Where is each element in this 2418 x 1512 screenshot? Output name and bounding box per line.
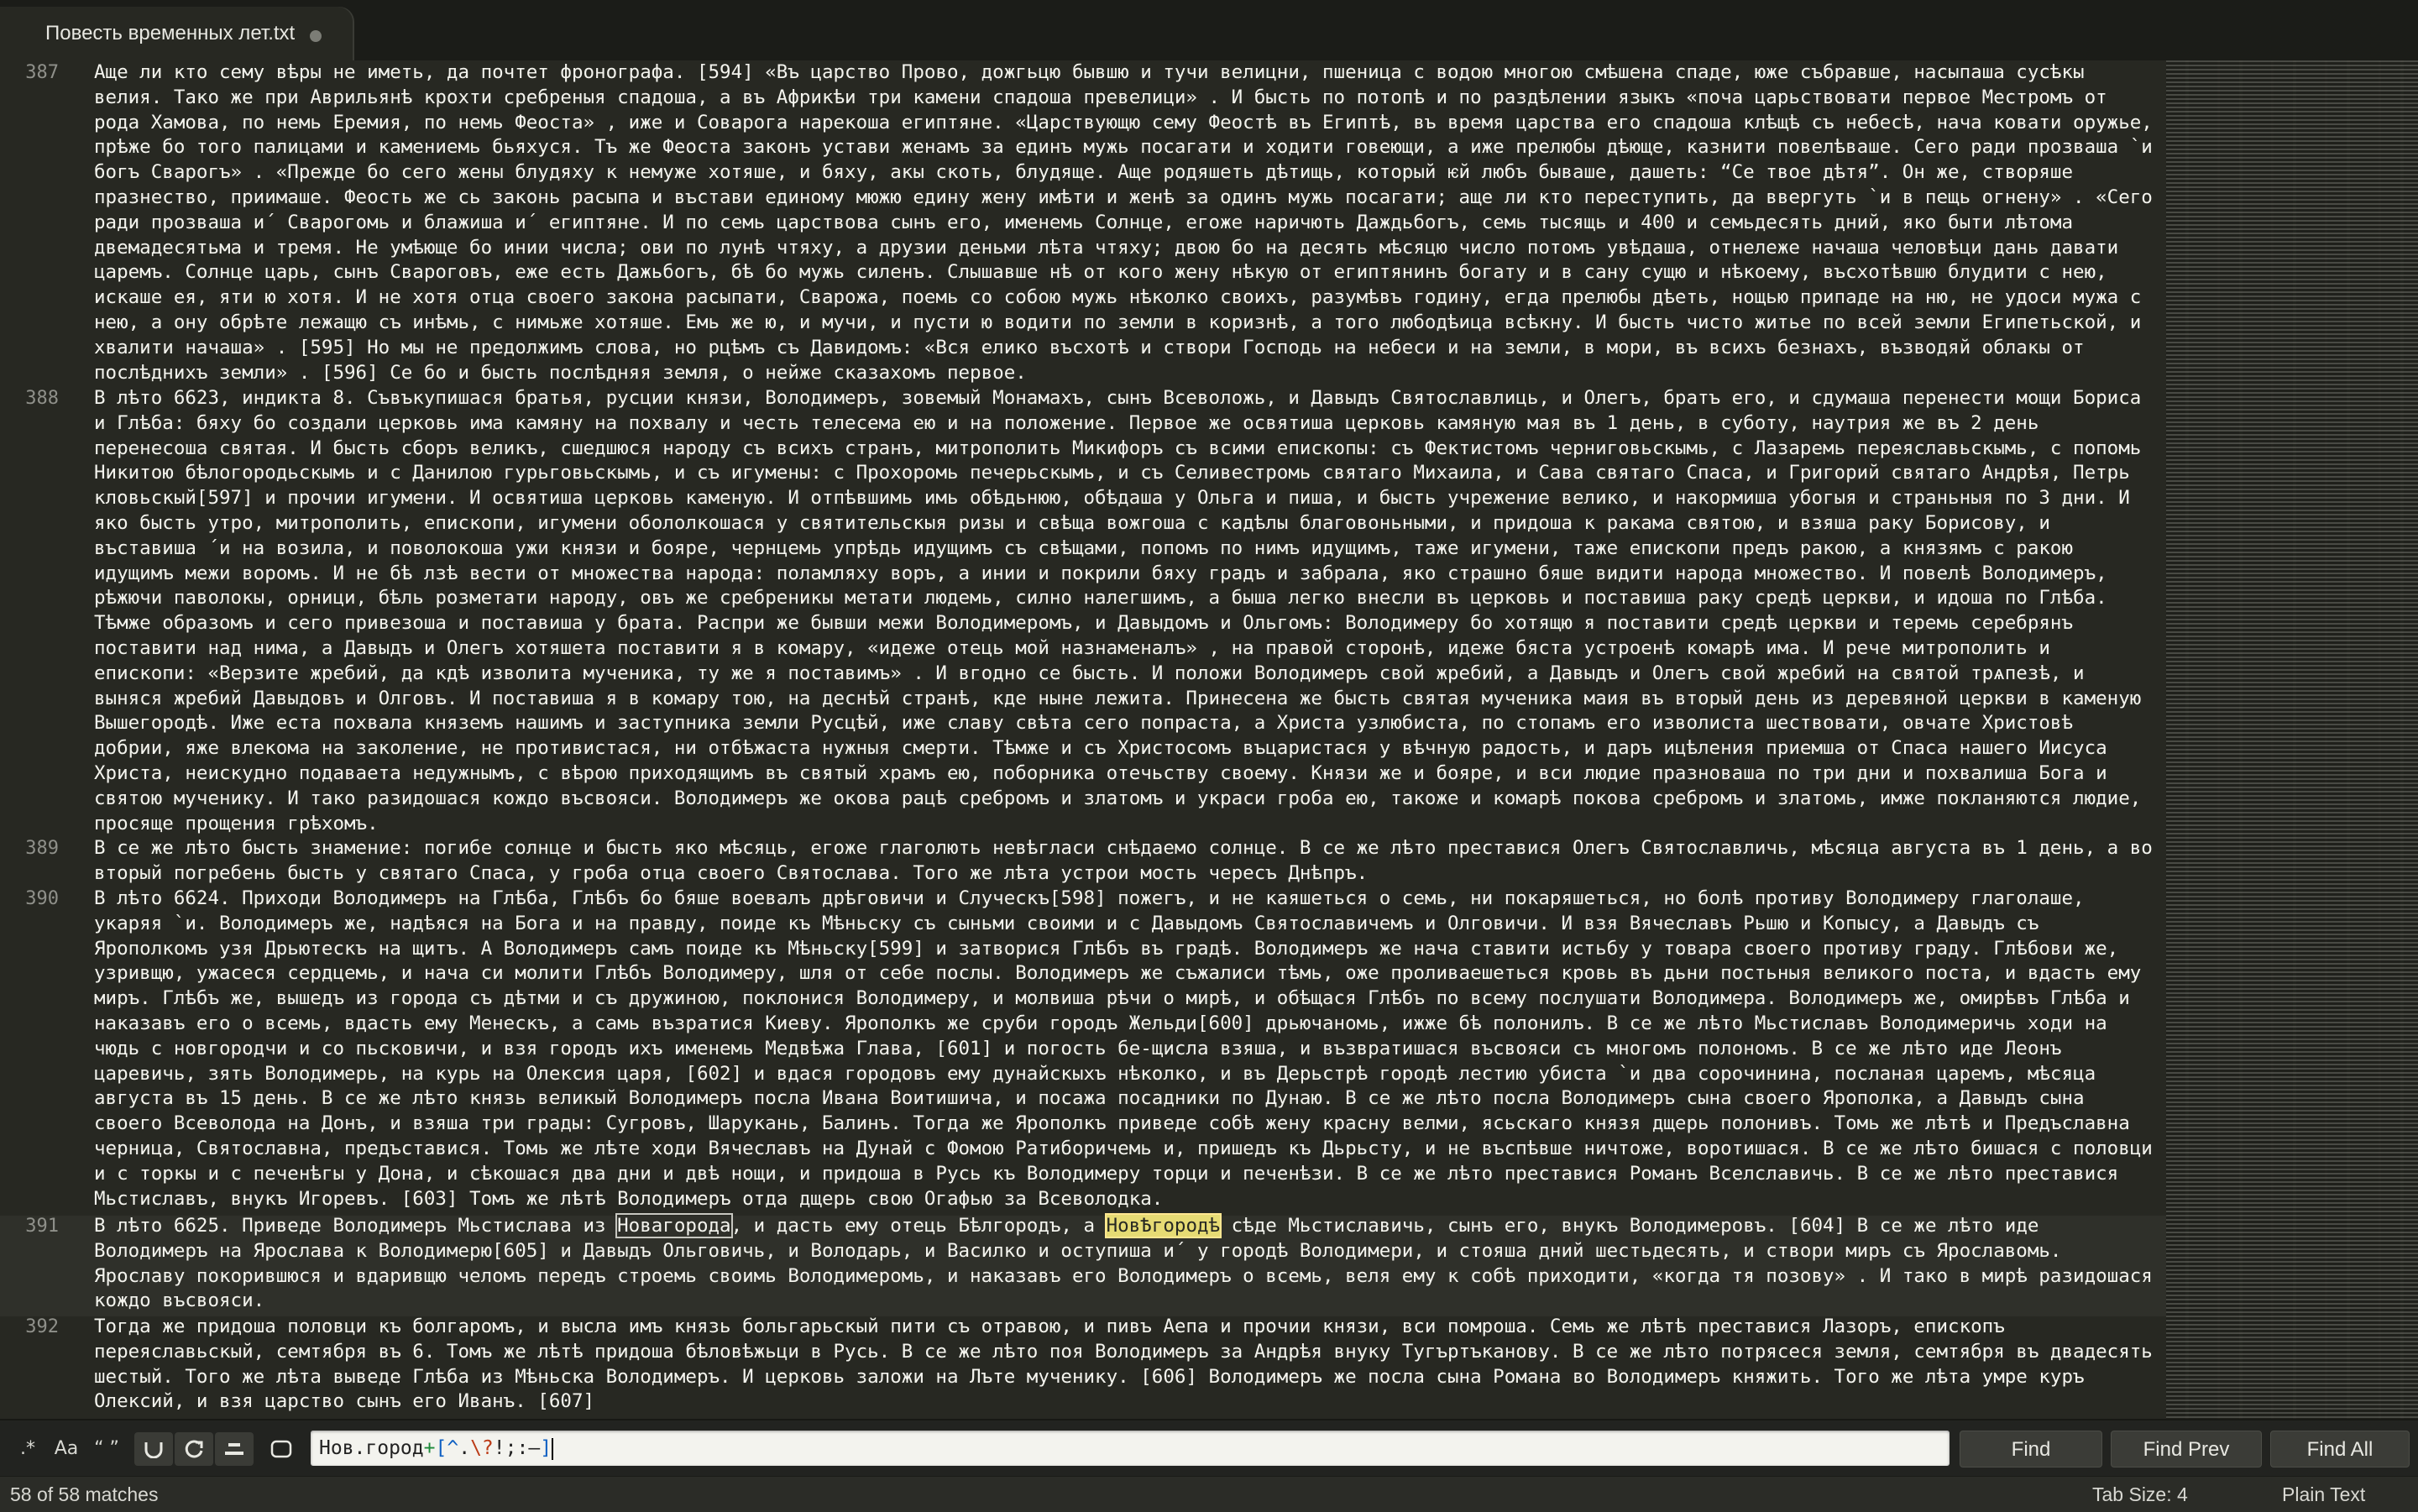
regex-toggle[interactable]: .* (8, 1432, 47, 1466)
query-literal: Нов.город (319, 1437, 424, 1459)
text-line[interactable]: Аще ли кто сему вѣры не иметь, да почтет… (94, 60, 2159, 385)
wrap-toggle[interactable] (134, 1432, 173, 1466)
query-bracket-close: ] (540, 1437, 552, 1459)
match-count: 58 of 58 matches (10, 1483, 159, 1505)
minimap[interactable] (2166, 60, 2418, 1419)
query-bracket-open: [ (435, 1437, 447, 1459)
show-context-toggle[interactable] (262, 1432, 301, 1466)
search-match[interactable]: Новагорода (615, 1213, 733, 1238)
line-number: 391 (25, 1216, 59, 1237)
highlight-icon (225, 1443, 243, 1455)
text-line[interactable]: В лѣто 6623, индикта 8. Съвъкупишася бра… (94, 386, 2159, 836)
refresh-icon (185, 1440, 203, 1458)
find-query-input[interactable]: Нов.город+[^.\?!;:–] (311, 1431, 1950, 1466)
minimap-content (2166, 60, 2418, 1419)
editor-pane[interactable]: 387 388 389 390 391 392 Аще ли кто сему … (0, 60, 2418, 1419)
find-button[interactable]: Find (1960, 1431, 2102, 1468)
tab-size-selector[interactable]: Tab Size: 4 (2092, 1483, 2188, 1506)
whole-word-toggle[interactable]: “ ” (87, 1432, 126, 1466)
text-segment: В лѣто 6625. Приведе Володимеръ Мьстисла… (94, 1215, 618, 1237)
highlight-matches-toggle[interactable] (215, 1432, 254, 1466)
wrap-icon (144, 1442, 163, 1459)
case-sensitive-toggle[interactable]: Aa (47, 1432, 86, 1466)
syntax-selector[interactable]: Plain Text (2282, 1483, 2365, 1506)
query-negation: ^ (447, 1437, 459, 1459)
query-char: . (458, 1437, 471, 1459)
find-panel: .* Aa “ ” Нов.город+[^.\?!;:–] Find Find… (0, 1419, 2418, 1478)
find-all-button[interactable]: Find All (2270, 1431, 2410, 1468)
status-bar: 58 of 58 matches Tab Size: 4 Plain Text (0, 1476, 2418, 1512)
find-prev-button[interactable]: Find Prev (2111, 1431, 2262, 1468)
query-char: : (516, 1437, 529, 1459)
query-char: ! (493, 1437, 505, 1459)
file-tab[interactable]: Повесть временных лет.txt (0, 7, 353, 60)
query-escape: \? (470, 1437, 494, 1459)
file-tab-title: Повесть временных лет.txt (45, 22, 296, 44)
search-match-current[interactable]: НовѢгородѣ (1104, 1213, 1222, 1238)
text-line-current[interactable]: В лѣто 6625. Приведе Володимеръ Мьстисла… (94, 1213, 2159, 1314)
text-caret (552, 1437, 554, 1460)
line-number: 389 (25, 838, 59, 859)
text-segment: , и дасть ему отець Бѣлгородъ, а (730, 1215, 1107, 1237)
text-line[interactable]: Тогда же придоша половци къ болгаромъ, и… (94, 1315, 2159, 1415)
unsaved-dot-icon[interactable] (310, 30, 322, 42)
line-number: 392 (25, 1316, 59, 1337)
tab-bar: Повесть временных лет.txt (0, 0, 2418, 61)
query-char: – (528, 1437, 541, 1459)
line-number: 387 (25, 62, 59, 83)
in-selection-toggle[interactable] (175, 1432, 213, 1466)
panel-icon (270, 1440, 292, 1458)
query-quantifier: + (423, 1437, 436, 1459)
query-char: ; (505, 1437, 517, 1459)
text-line[interactable]: В се же лѣто бысть знамение: погибе солн… (94, 836, 2159, 887)
text-line[interactable]: В лѣто 6624. Приходи Володимеръ на Глѣба… (94, 887, 2159, 1211)
line-number: 390 (25, 888, 59, 909)
line-number: 388 (25, 388, 59, 409)
line-number-gutter: 387 388 389 390 391 392 (0, 60, 84, 1419)
